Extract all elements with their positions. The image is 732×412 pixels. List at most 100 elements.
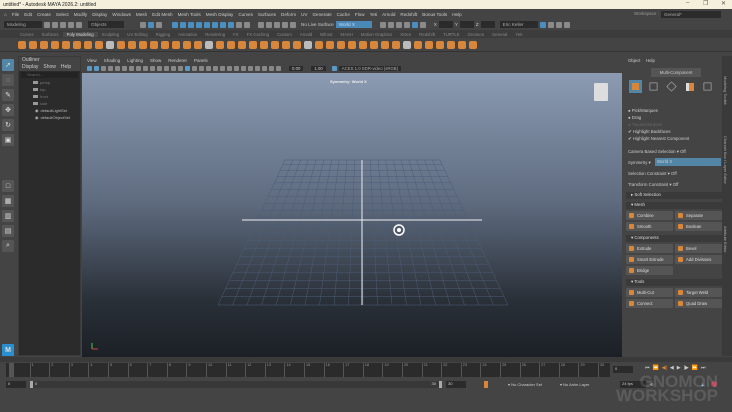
add-divisions-button[interactable]: Add Divisions <box>675 255 722 264</box>
multi-cut-icon[interactable] <box>249 40 257 49</box>
quadrangulate-icon[interactable] <box>370 40 378 49</box>
auto-key-icon[interactable] <box>484 381 488 388</box>
menu-modify[interactable]: Modify <box>74 12 88 17</box>
menu-select[interactable]: Select <box>56 12 69 17</box>
viewport-menu-lighting[interactable]: Lighting <box>127 58 143 63</box>
quad-draw-button[interactable]: Quad Draw <box>675 299 722 308</box>
highlight-backfaces-checkbox[interactable]: ✔ Highlight Backfaces <box>628 129 671 135</box>
viewport-menu-view[interactable]: View <box>87 58 97 63</box>
snap-point-icon[interactable] <box>188 21 194 28</box>
tab-motion-graphics[interactable]: Motion Graphics <box>357 32 396 37</box>
edge-mode-icon[interactable] <box>666 81 677 92</box>
tab-fx[interactable]: FX <box>229 32 243 37</box>
four-view-icon[interactable]: ▦ <box>2 195 14 207</box>
snap-grid-icon[interactable] <box>172 21 178 28</box>
menu-yeti[interactable]: Yeti <box>370 12 378 17</box>
minimize-button[interactable]: – <box>686 0 689 6</box>
textured-icon[interactable] <box>206 66 211 71</box>
face-mode-icon[interactable] <box>683 80 696 93</box>
exposure-field[interactable]: 0.00 <box>289 66 304 71</box>
smooth-button[interactable]: Smooth <box>626 222 673 231</box>
outliner-menu-help[interactable]: Help <box>61 64 71 71</box>
menu-uv[interactable]: UV <box>301 12 307 17</box>
boolean-button[interactable]: Boolean <box>675 222 722 231</box>
menu-windows[interactable]: Windows <box>112 12 131 17</box>
select-camera-icon[interactable] <box>87 66 92 71</box>
history-icon[interactable] <box>258 21 264 28</box>
section-components[interactable]: ▾ Components <box>626 235 722 242</box>
append-icon[interactable] <box>238 40 246 49</box>
tweak-marquee-radio[interactable]: ● Tweak/Marquee <box>628 122 662 127</box>
channel-box-icon[interactable] <box>555 21 562 28</box>
lasso-tool-icon[interactable]: ◌ <box>2 74 14 86</box>
combine-button[interactable]: Combine <box>626 211 673 220</box>
tab-sculpting[interactable]: Sculpting <box>98 32 124 37</box>
motion-blur-icon[interactable] <box>234 66 239 71</box>
symmetry-value-dropdown[interactable]: World X <box>655 158 721 166</box>
outliner-item[interactable]: persp <box>19 79 80 86</box>
torus-icon[interactable] <box>62 40 70 49</box>
connect-icon[interactable] <box>293 40 301 49</box>
2d-pan-icon[interactable] <box>115 66 120 71</box>
menu-mesh-display[interactable]: Mesh Display <box>206 12 234 17</box>
render-settings-icon[interactable] <box>403 21 410 28</box>
crease-icon[interactable] <box>436 40 444 49</box>
platonic-icon[interactable] <box>95 40 103 49</box>
outliner-item[interactable]: ◉ defaultObjectSet <box>19 114 80 121</box>
colorspace-dropdown[interactable]: ACES 1.0 SDR-video (sRGB) <box>338 66 402 71</box>
cylinder-icon[interactable] <box>40 40 48 49</box>
color-management-icon[interactable] <box>331 66 337 71</box>
soft-select-icon[interactable] <box>244 21 250 28</box>
tab-surfaces[interactable]: Surfaces <box>38 32 63 37</box>
grid-icon[interactable] <box>129 66 134 71</box>
select-hierarchy-icon[interactable] <box>140 21 146 28</box>
symmetry-dropdown[interactable]: World X <box>335 21 372 28</box>
xray-components-icon[interactable] <box>269 66 274 71</box>
render-icon[interactable] <box>387 21 394 28</box>
tab-xgen[interactable]: XGen <box>396 32 415 37</box>
backface-icon[interactable] <box>276 66 281 71</box>
ambient-occlusion-icon[interactable] <box>227 66 232 71</box>
tab-bifrost[interactable]: Bifrost <box>316 32 336 37</box>
ipr-render-icon[interactable] <box>395 21 402 28</box>
shadows-icon[interactable] <box>220 66 225 71</box>
tab-curves[interactable]: Curves <box>16 32 38 37</box>
select-object-icon[interactable] <box>148 21 154 28</box>
toolkit-menu-object[interactable]: Object <box>628 58 640 63</box>
multi-component-button[interactable]: Multi-Component <box>651 68 701 77</box>
safe-action-icon[interactable] <box>164 66 169 71</box>
soft-selection-section[interactable]: ▸ Soft Selection <box>626 192 722 199</box>
type-icon[interactable] <box>128 40 136 49</box>
super-shape-icon[interactable] <box>106 40 114 49</box>
tab-animation[interactable]: Animation <box>174 32 201 37</box>
bevel-icon[interactable] <box>216 40 224 49</box>
smooth-icon[interactable] <box>172 40 180 49</box>
toolkit-menu-help[interactable]: Help <box>646 58 655 63</box>
smooth-shade-icon[interactable] <box>185 66 190 71</box>
current-frame-field[interactable]: 0 <box>613 366 633 373</box>
menu-cache[interactable]: Cache <box>337 12 350 17</box>
input-icon[interactable] <box>274 21 280 28</box>
gamma-field[interactable]: 1.00 <box>311 66 326 71</box>
tab-attribute-editor[interactable]: Attribute Editor <box>723 226 728 252</box>
slide-edge-icon[interactable] <box>447 40 455 49</box>
two-view-icon[interactable]: ▥ <box>2 210 14 222</box>
go-to-start-icon[interactable]: ⏮ <box>645 365 650 371</box>
symmetry-option[interactable]: Symmetry ▾ <box>628 160 651 166</box>
image-plane-icon[interactable] <box>108 66 113 71</box>
home-icon[interactable]: ⌂ <box>4 12 7 17</box>
range-end-field[interactable]: 30 <box>446 381 466 388</box>
menu-surfaces[interactable]: Surfaces <box>258 12 276 17</box>
connect-button[interactable]: Connect <box>626 299 673 308</box>
new-scene-icon[interactable] <box>44 21 50 28</box>
play-forward-icon[interactable]: ▶ <box>677 365 681 371</box>
layout-icon[interactable] <box>563 21 570 28</box>
wedge-icon[interactable] <box>469 40 477 49</box>
tab-uv-editing[interactable]: UV Editing <box>123 32 151 37</box>
sphere-icon[interactable] <box>18 40 26 49</box>
edge-flow-icon[interactable] <box>425 40 433 49</box>
select-component-icon[interactable] <box>156 21 162 28</box>
tab-modeling-toolkit[interactable]: Modeling Toolkit <box>723 76 728 105</box>
gate-mask-icon[interactable] <box>150 66 155 71</box>
range-slider[interactable]: 0 30 <box>30 381 442 388</box>
